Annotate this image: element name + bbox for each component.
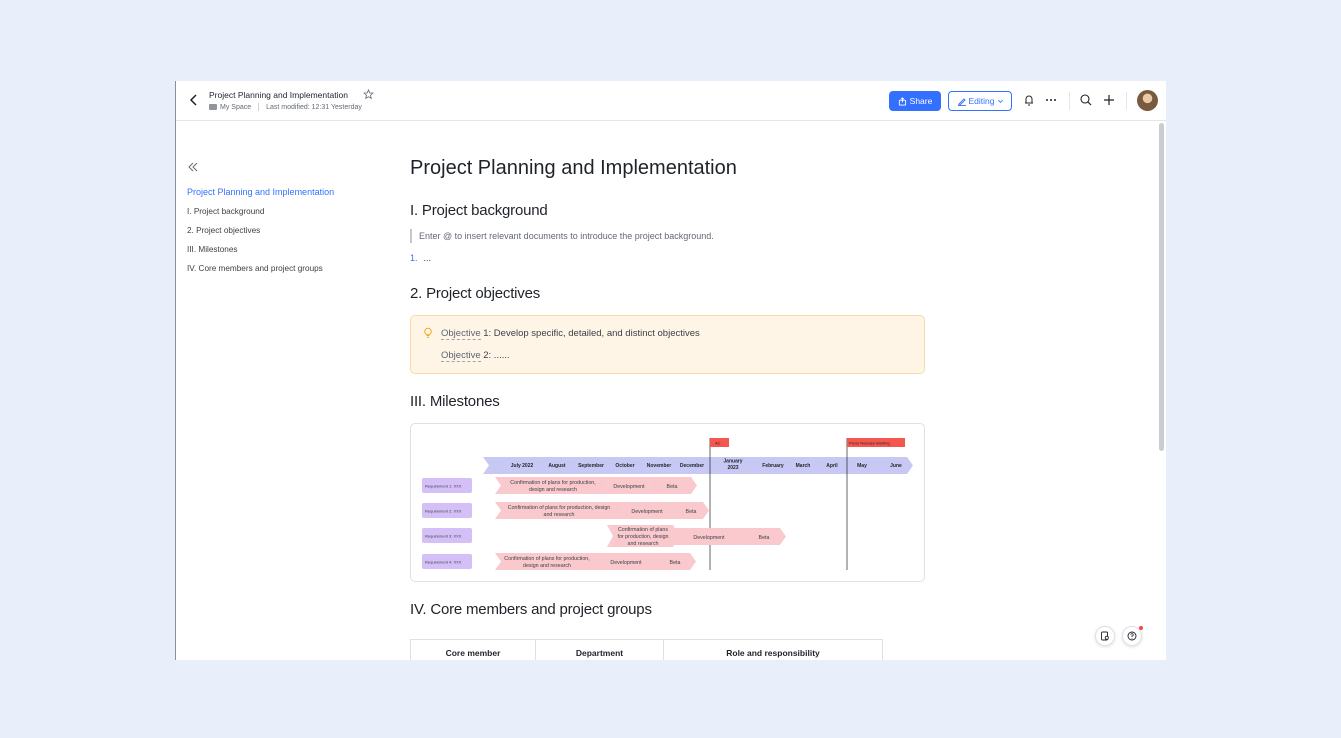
task-label: Development: [613, 484, 645, 490]
month-label: September: [578, 463, 604, 469]
toc-item-objectives[interactable]: 2. Project objectives: [187, 221, 377, 240]
task-label: Confirmation of plans for production,: [504, 556, 589, 562]
requirement-label: Requirement 2: XXX: [425, 509, 462, 514]
objective-2-text: 2: ......: [480, 350, 510, 361]
chevron-down-icon: [997, 99, 1003, 103]
heading-objectives: 2. Project objectives: [410, 285, 541, 302]
heading-members: IV. Core members and project groups: [410, 601, 652, 618]
task-label: Development: [693, 535, 725, 541]
milestone-gantt-chart[interactable]: July 2022 August September October Novem…: [410, 423, 925, 582]
heading-milestones: III. Milestones: [410, 393, 500, 410]
toolbar-divider: [1069, 92, 1070, 110]
meta-divider: [258, 103, 260, 111]
table-of-contents: Project Planning and Implementation I. P…: [187, 161, 377, 278]
month-label: February: [762, 463, 784, 469]
help-icon: [1127, 631, 1137, 641]
task-label: Confirmation of plans: [618, 527, 668, 533]
toc-item-title[interactable]: Project Planning and Implementation: [187, 183, 377, 202]
more-icon[interactable]: [1044, 93, 1058, 107]
location-link[interactable]: My Space: [220, 104, 251, 111]
document-body[interactable]: Project Planning and Implementation I. P…: [410, 81, 930, 660]
month-label: November: [647, 463, 672, 469]
flag-label: AC: [715, 441, 721, 446]
task-label: for production, design: [618, 534, 669, 540]
notification-dot: [1139, 626, 1143, 630]
month-label: July 2022: [511, 463, 534, 469]
background-quote[interactable]: Enter @ to insert relevant documents to …: [410, 229, 714, 243]
month-label: October: [615, 463, 634, 469]
list-item[interactable]: 1....: [410, 253, 431, 263]
toc-item-background[interactable]: I. Project background: [187, 202, 377, 221]
task-label: design and research: [523, 563, 571, 569]
bell-icon[interactable]: [1022, 93, 1036, 107]
objective-1-text: 1: Develop specific, detailed, and disti…: [480, 328, 700, 339]
task-label: Confirmation of plans for production, de…: [508, 505, 611, 511]
collapse-toc-icon[interactable]: [187, 161, 199, 173]
folder-icon: [209, 104, 217, 110]
objective-2-label: Objective: [441, 350, 481, 362]
doc-title: Project Planning and Implementation: [209, 90, 348, 100]
task-label: Beta: [667, 484, 678, 490]
document-window: Project Planning and Implementation My S…: [175, 81, 1166, 660]
task-label: design and research: [529, 487, 577, 493]
heading-background: I. Project background: [410, 202, 548, 219]
table-header-cell[interactable]: Role and responsibility: [664, 640, 882, 660]
task-label: Beta: [759, 535, 770, 541]
objectives-callout[interactable]: Objective 1: Develop specific, detailed,…: [410, 315, 925, 374]
table-header-cell[interactable]: Department: [536, 640, 664, 660]
task-label: Development: [610, 560, 642, 566]
task-label: Beta: [670, 560, 681, 566]
last-modified: Last modified: 12:31 Yesterday: [266, 103, 362, 111]
task-label: Beta: [686, 509, 697, 515]
doc-info-icon: [1101, 631, 1109, 641]
month-year-label: 2023: [727, 465, 738, 471]
table-header-cell[interactable]: Core member: [411, 640, 536, 660]
doc-meta: My Space Last modified: 12:31 Yesterday: [209, 103, 362, 111]
task-label: Confirmation of plans for production,: [510, 480, 595, 486]
objective-1-label: Objective: [441, 328, 481, 340]
month-label: April: [826, 463, 838, 469]
objective-1[interactable]: Objective 1: Develop specific, detailed,…: [441, 328, 700, 340]
toc-item-members[interactable]: IV. Core members and project groups: [187, 259, 377, 278]
pen-icon: [957, 98, 966, 106]
month-label: May: [857, 463, 867, 469]
plus-icon[interactable]: [1102, 93, 1116, 107]
month-label: January: [723, 459, 742, 465]
editing-mode-button[interactable]: Editing: [948, 91, 1012, 111]
vertical-scrollbar[interactable]: [1159, 123, 1164, 451]
task-label: and research: [628, 541, 659, 547]
list-text: ...: [423, 253, 432, 263]
document-info-button[interactable]: [1095, 626, 1115, 646]
task-label: and research: [544, 512, 575, 518]
month-label: June: [890, 463, 902, 469]
flag-label: Press Release Briefing: [849, 441, 890, 446]
page-title: Project Planning and Implementation: [410, 157, 737, 179]
month-label: December: [680, 463, 704, 469]
members-table[interactable]: Core member Department Role and responsi…: [410, 639, 883, 660]
month-label: August: [548, 463, 566, 469]
task-label: Development: [631, 509, 663, 515]
lightbulb-icon: [424, 327, 432, 338]
requirement-label: Requirement 4: XXX: [425, 560, 462, 565]
requirement-label: Requirement 3: XXX: [425, 534, 462, 539]
search-icon[interactable]: [1079, 93, 1093, 107]
avatar[interactable]: [1137, 90, 1158, 111]
objective-2[interactable]: Objective 2: ......: [441, 350, 510, 362]
month-label: March: [796, 463, 811, 469]
toc-item-milestones[interactable]: III. Milestones: [187, 240, 377, 259]
back-icon[interactable]: [186, 92, 202, 108]
editing-label: Editing: [968, 96, 995, 106]
list-number: 1.: [410, 253, 418, 263]
requirement-label: Requirement 1: XXX: [425, 484, 462, 489]
toolbar-divider: [1126, 92, 1127, 110]
star-icon[interactable]: [363, 89, 374, 100]
